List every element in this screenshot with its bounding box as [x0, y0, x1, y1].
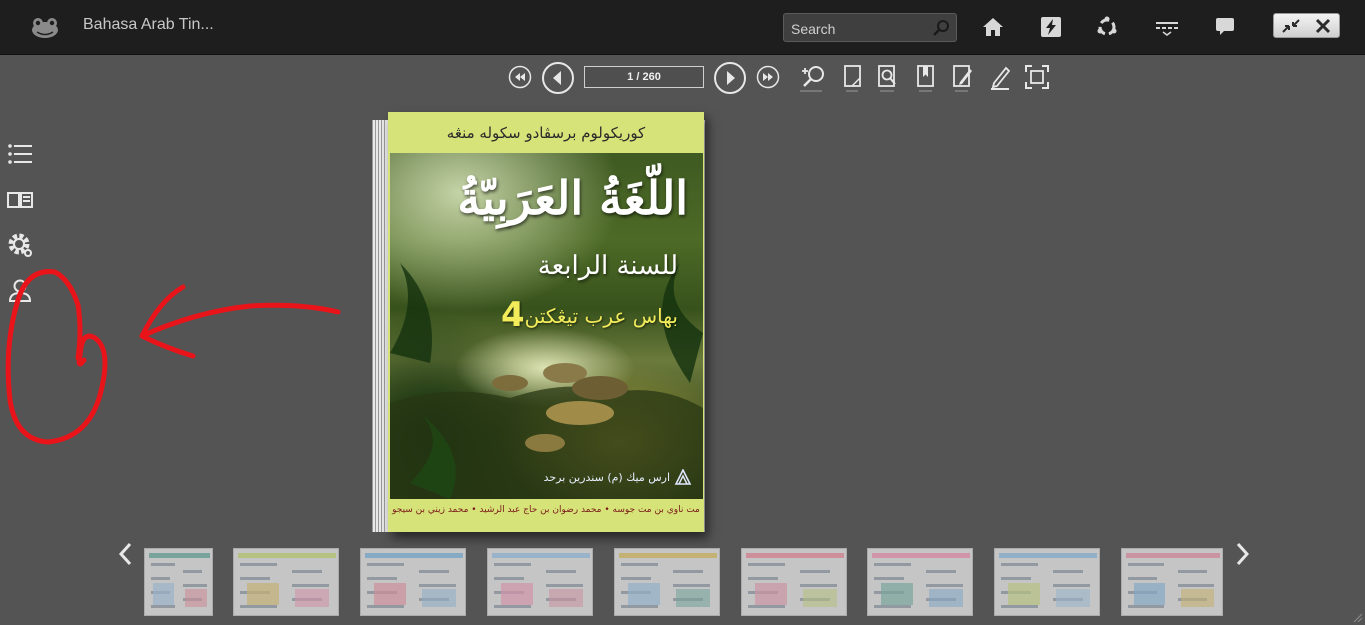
resize-grip-icon[interactable]	[1351, 611, 1363, 623]
cover-series-text: بهاس عرب تيڠكتن	[524, 304, 678, 328]
comment-icon[interactable]	[1212, 14, 1238, 40]
page-navigation: 1 / 260	[0, 60, 1365, 100]
cover-number: 4	[500, 295, 525, 335]
fullscreen-icon[interactable]	[1023, 63, 1051, 93]
highlight-icon[interactable]	[987, 63, 1015, 93]
search-page-icon[interactable]	[874, 63, 902, 93]
settings-icon[interactable]	[6, 231, 34, 259]
cover-authors: مت ناوي بن مت جوسه • محمد رضوان بن حاج ع…	[392, 505, 700, 515]
cover-header: كوريكولوم برسڤادو سكوله منڠه	[446, 124, 646, 142]
cover-publisher: ارس ميك (م) سندرين برحد	[543, 471, 670, 484]
top-bar: Bahasa Arab Tin...	[0, 0, 1365, 55]
thumbnail-page[interactable]	[867, 548, 973, 616]
bookmark-icon[interactable]	[912, 63, 940, 93]
thumbnail-page[interactable]	[741, 548, 847, 616]
layout-icon[interactable]	[1154, 14, 1180, 40]
user-icon[interactable]	[6, 276, 34, 304]
thumbnail-page[interactable]	[233, 548, 339, 616]
page-indicator[interactable]: 1 / 260	[584, 66, 704, 88]
last-page-button[interactable]	[756, 65, 780, 89]
search-icon[interactable]	[932, 19, 950, 37]
search-input[interactable]	[789, 18, 933, 40]
cover-title: اللّغَةُ العَرَبِيّةُ	[457, 171, 688, 225]
cover-illustration: اللّغَةُ العَرَبِيّةُ للسنة الرابعة بهاس…	[390, 153, 703, 499]
thumbnail-page[interactable]	[614, 548, 720, 616]
share-icon[interactable]	[1094, 14, 1120, 40]
note-icon[interactable]	[949, 63, 977, 93]
home-icon[interactable]	[980, 14, 1006, 40]
thumbnail-page[interactable]	[487, 548, 593, 616]
shrink-icon[interactable]	[1280, 17, 1302, 35]
table-of-contents-icon[interactable]	[6, 140, 34, 168]
thumbnail-page[interactable]	[144, 548, 213, 616]
chevron-left-icon[interactable]	[115, 540, 135, 568]
frog-icon[interactable]	[28, 13, 62, 41]
book-view-icon[interactable]	[6, 186, 34, 214]
window-controls	[1273, 13, 1340, 38]
thumbnail-page[interactable]	[360, 548, 466, 616]
flash-icon[interactable]	[1038, 14, 1064, 40]
publisher-logo-icon	[674, 469, 692, 485]
single-page-icon[interactable]	[838, 63, 866, 93]
thumbnail-page[interactable]	[1121, 548, 1223, 616]
cover-subtitle: للسنة الرابعة	[537, 251, 678, 281]
previous-page-button[interactable]	[541, 61, 575, 95]
book-cover[interactable]: كوريكولوم برسڤادو سكوله منڠه اللّغَةُ ال…	[388, 112, 704, 532]
app-title: Bahasa Arab Tin...	[83, 16, 214, 33]
cover-series: بهاس عرب تيڠكتن4	[408, 295, 678, 335]
next-page-button[interactable]	[713, 61, 747, 95]
first-page-button[interactable]	[508, 65, 532, 89]
close-icon[interactable]	[1312, 17, 1334, 35]
zoom-in-icon[interactable]	[800, 63, 828, 93]
search-box[interactable]	[783, 13, 957, 42]
chevron-right-icon[interactable]	[1233, 540, 1253, 568]
thumbnail-page[interactable]	[994, 548, 1100, 616]
